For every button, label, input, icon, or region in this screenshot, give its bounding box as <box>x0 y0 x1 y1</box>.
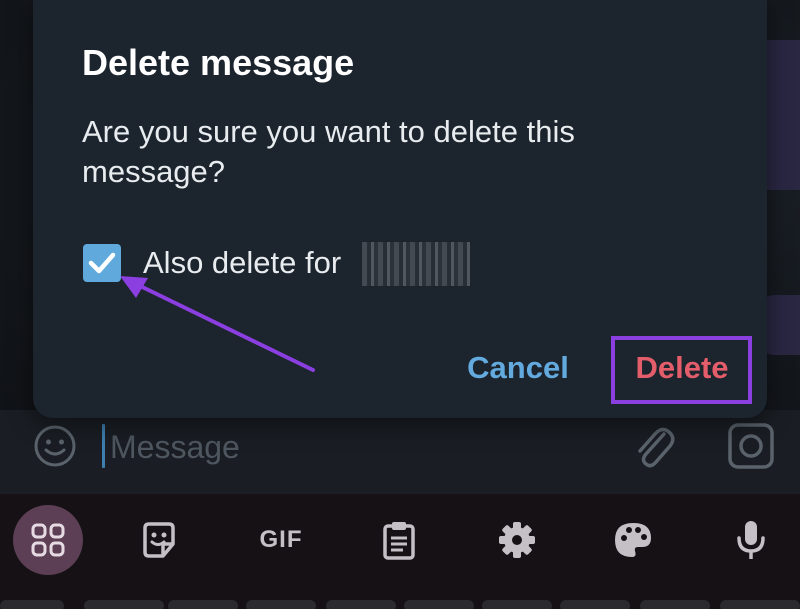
sticker-icon <box>143 522 175 558</box>
smiley-icon <box>34 425 76 467</box>
settings-button[interactable] <box>482 508 552 572</box>
redacted-username <box>362 242 470 286</box>
palette-icon <box>615 523 651 557</box>
keyboard-key[interactable] <box>84 600 164 609</box>
emoji-button[interactable] <box>33 424 77 468</box>
gear-icon <box>499 522 535 558</box>
gif-button[interactable]: GIF <box>246 508 316 572</box>
keyboard-key[interactable] <box>720 600 800 609</box>
clipboard-icon <box>383 522 415 560</box>
checkbox-label[interactable]: Also delete for <box>143 243 341 283</box>
camera-button[interactable] <box>726 422 776 470</box>
text-cursor <box>102 424 105 468</box>
attach-button[interactable] <box>630 420 678 472</box>
delete-button[interactable]: Delete <box>626 344 738 392</box>
clipboard-button[interactable] <box>364 508 434 572</box>
also-delete-checkbox[interactable] <box>83 244 121 282</box>
gif-label: GIF <box>259 526 303 553</box>
keyboard-key[interactable] <box>246 600 316 609</box>
theme-button[interactable] <box>598 508 668 572</box>
dialog-title: Delete message <box>82 42 355 83</box>
grid-button[interactable] <box>13 505 83 575</box>
grid-icon <box>31 523 65 557</box>
keyboard-key[interactable] <box>168 600 238 609</box>
cancel-button[interactable]: Cancel <box>462 344 574 392</box>
keyboard-key[interactable] <box>404 600 474 609</box>
dialog-message: Are you sure you want to delete this mes… <box>82 114 575 189</box>
keyboard-key[interactable] <box>0 600 64 609</box>
paperclip-icon <box>638 427 675 468</box>
keyboard-key[interactable] <box>560 600 630 609</box>
keyboard-key[interactable] <box>640 600 710 609</box>
sticker-button[interactable] <box>124 508 194 572</box>
checkmark-icon <box>88 252 116 274</box>
keyboard-key[interactable] <box>482 600 552 609</box>
screen: GIF <box>0 0 800 609</box>
keyboard-key[interactable] <box>326 600 396 609</box>
message-input[interactable] <box>108 422 612 472</box>
microphone-icon <box>737 521 765 559</box>
voice-input-button[interactable] <box>716 508 786 572</box>
camera-icon <box>728 423 774 469</box>
